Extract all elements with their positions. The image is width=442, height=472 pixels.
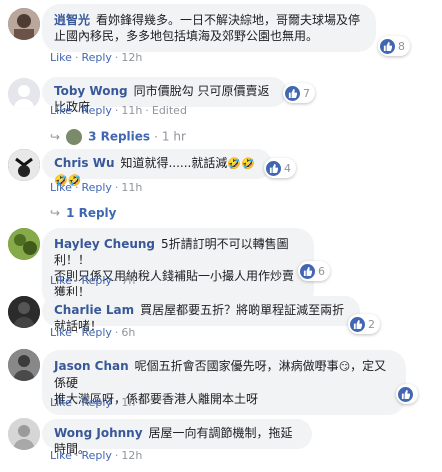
replies-time: 1 hr	[161, 129, 186, 144]
like-link[interactable]: Like	[50, 326, 72, 339]
like-icon	[285, 85, 300, 101]
comment-author[interactable]: Hayley Cheung	[54, 237, 155, 251]
like-link[interactable]: Like	[50, 181, 72, 194]
avatar[interactable]	[8, 296, 40, 328]
comment-actions: Like · Reply · 7h	[50, 274, 136, 287]
comment-time[interactable]: 12h	[121, 51, 142, 64]
like-icon	[380, 38, 395, 54]
comment-author[interactable]: 逍智光	[54, 13, 90, 27]
avatar[interactable]	[8, 349, 40, 381]
comment-bubble: 逍智光 看妳鋒得幾多。一日不解決綜地，哥爾夫球場及停止國內移民，多多地包括填海及郊…	[42, 4, 376, 52]
comment-actions: Like · Reply · 11h	[50, 181, 143, 194]
comment-author[interactable]: Chris Wu	[54, 156, 114, 170]
like-link[interactable]: Like	[50, 449, 72, 462]
reply-link[interactable]: Reply	[81, 104, 111, 117]
reply-link[interactable]: Reply	[81, 181, 111, 194]
avatar[interactable]	[8, 418, 40, 450]
comment-actions: Like · Reply · 1h	[50, 396, 136, 409]
comment-bubble: Wong Johnny 居屋一向有調節機制，拖延時間。	[42, 419, 312, 456]
reply-link[interactable]: Reply	[81, 396, 111, 409]
comment-author[interactable]: Jason Chan	[54, 359, 129, 373]
reaction-count: 4	[284, 161, 291, 175]
comment-bubble: Chris Wu 知道就得......就話減🤣🤣🤣🤣	[42, 149, 272, 187]
view-replies-link[interactable]: ↪ 1 Reply	[50, 206, 117, 220]
reply-link[interactable]: Reply	[81, 326, 111, 339]
like-link[interactable]: Like	[50, 274, 72, 287]
comment-time[interactable]: 7h	[121, 274, 135, 287]
comment-bubble: Toby Wong 同市價脫勾 只可原價賣返比政府	[42, 77, 287, 114]
comment-author[interactable]: Wong Johnny	[54, 426, 143, 440]
like-link[interactable]: Like	[50, 51, 72, 64]
reaction-badge[interactable]: 2	[348, 314, 380, 334]
reaction-badge[interactable]: 8	[378, 36, 410, 56]
reply-arrow-icon: ↪	[50, 129, 61, 144]
like-icon	[350, 316, 365, 332]
comment-actions: Like · Reply · 12h	[50, 51, 143, 64]
avatar[interactable]	[8, 149, 40, 181]
comment-time[interactable]: 6h	[121, 326, 135, 339]
comment-text: 知道就得......就話減	[120, 156, 228, 170]
edited-label[interactable]: Edited	[152, 104, 187, 117]
comment-time[interactable]: 11h	[121, 104, 142, 117]
comment-time[interactable]: 12h	[121, 449, 142, 462]
comment-actions: Like · Reply · 12h	[50, 449, 143, 462]
comment-text: 呢個五折會否國家優先呀，淋病做嘢事	[134, 359, 339, 373]
reaction-count: 2	[368, 317, 375, 331]
avatar[interactable]	[8, 8, 40, 40]
like-icon	[300, 263, 315, 279]
comment-author[interactable]: Charlie Lam	[54, 303, 134, 317]
comment-actions: Like · Reply · 6h	[50, 326, 136, 339]
reply-avatar	[66, 129, 83, 145]
comment-time[interactable]: 1h	[121, 396, 135, 409]
reply-link[interactable]: Reply	[81, 274, 111, 287]
reply-link[interactable]: Reply	[81, 51, 111, 64]
like-link[interactable]: Like	[50, 396, 72, 409]
smirk-emoji: 😏	[338, 360, 351, 373]
comment-time[interactable]: 11h	[121, 181, 142, 194]
reaction-badge[interactable]: 6	[298, 261, 330, 281]
reaction-count: 6	[318, 264, 325, 278]
reaction-count: 7	[303, 86, 310, 100]
avatar[interactable]	[8, 228, 40, 260]
avatar[interactable]	[8, 78, 40, 110]
comment-actions: Like · Reply · 11h · Edited	[50, 104, 187, 117]
comment-bubble: Charlie Lam 買居屋都要五折？將啲單程証減至兩折就話啫！	[42, 296, 360, 333]
comment-text: 看妳鋒得幾多。一日不解決綜地，哥爾夫球場及停止國內移民，多多地包括填海及郊野公園…	[54, 13, 361, 43]
like-icon	[398, 386, 413, 402]
reaction-badge[interactable]: 4	[264, 158, 296, 178]
like-icon	[266, 160, 281, 176]
reply-arrow-icon: ↪	[50, 206, 61, 220]
view-replies-link[interactable]: ↪ 3 Replies · 1 hr	[50, 129, 186, 145]
reaction-badge[interactable]: 7	[283, 83, 315, 103]
comment-author[interactable]: Toby Wong	[54, 84, 128, 98]
reaction-count: 8	[398, 39, 405, 53]
like-link[interactable]: Like	[50, 104, 72, 117]
reply-link[interactable]: Reply	[81, 449, 111, 462]
reaction-badge[interactable]	[396, 384, 418, 404]
